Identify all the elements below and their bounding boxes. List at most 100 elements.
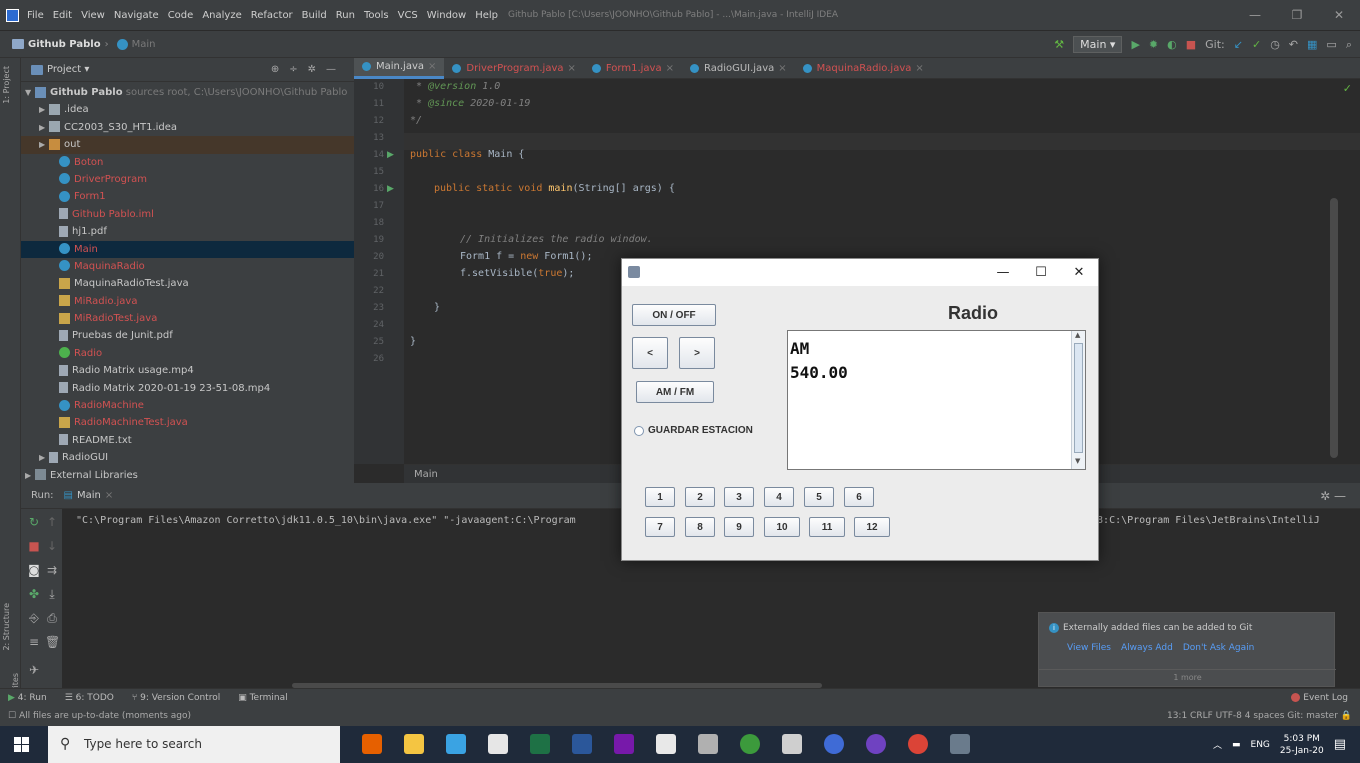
tree-item-iml[interactable]: Github Pablo.iml — [21, 206, 354, 223]
radio-minimize-button[interactable]: — — [984, 259, 1022, 286]
clear-all-icon[interactable]: 🗑 — [45, 635, 60, 649]
dont-ask-again-link[interactable]: Don't Ask Again — [1183, 643, 1255, 653]
tree-item-radiomachinetest[interactable]: RadioMachineTest.java — [21, 414, 354, 431]
menu-vcs[interactable]: VCS — [398, 10, 418, 21]
code-line-16[interactable]: public static void main(String[] args) { — [434, 183, 675, 194]
preset-button-10[interactable]: 10 — [764, 517, 800, 537]
run-tab-main[interactable]: Main — [77, 490, 101, 501]
menu-code[interactable]: Code — [168, 10, 194, 21]
collapse-arrow-icon[interactable]: ▶ — [39, 119, 49, 136]
tree-item-pruebas[interactable]: Pruebas de Junit.pdf — [21, 327, 354, 344]
tab-driverprogram-java[interactable]: DriverProgram.java × — [444, 58, 584, 79]
menu-navigate[interactable]: Navigate — [114, 10, 159, 21]
restore-layout-icon[interactable]: ✤ — [27, 587, 41, 601]
tree-item-driverprogram[interactable]: DriverProgram — [21, 171, 354, 188]
tab-radiogui-java[interactable]: RadioGUI.java × — [682, 58, 795, 79]
excel-icon[interactable] — [530, 734, 550, 754]
expand-arrow-icon[interactable]: ▼ — [25, 84, 35, 101]
chrome-icon[interactable] — [908, 734, 928, 754]
stop-icon[interactable]: ■ — [1186, 38, 1196, 51]
tree-item-idea[interactable]: ▶ .idea — [21, 101, 354, 118]
view-files-link[interactable]: View Files — [1067, 643, 1111, 653]
scrollbar-thumb[interactable] — [1074, 343, 1083, 453]
preset-button-8[interactable]: 8 — [685, 517, 715, 537]
editor-scrollbar[interactable] — [1330, 198, 1338, 458]
tree-root[interactable]: ▼ Github Pablo sources root, C:\Users\JOO… — [21, 84, 354, 101]
next-station-button[interactable]: > — [679, 337, 715, 369]
collapse-arrow-icon[interactable]: ▶ — [39, 101, 49, 118]
preset-button-5[interactable]: 5 — [804, 487, 834, 507]
event-log-button[interactable]: Event Log — [1291, 693, 1348, 703]
panel-options-icons[interactable]: ⊕÷✲— — [271, 64, 346, 75]
people-icon[interactable] — [446, 734, 466, 754]
close-tab-icon[interactable]: × — [778, 63, 786, 74]
on-off-button[interactable]: ON / OFF — [632, 304, 716, 326]
steam-icon[interactable] — [824, 734, 844, 754]
status-indicators[interactable]: 13:1 CRLF UTF-8 4 spaces Git: master 🔒 — [1167, 711, 1352, 721]
preset-button-2[interactable]: 2 — [685, 487, 715, 507]
code-line-20[interactable]: Form1 f = new Form1(); — [460, 251, 592, 262]
menu-help[interactable]: Help — [475, 10, 498, 21]
preset-button-3[interactable]: 3 — [724, 487, 754, 507]
menu-refactor[interactable]: Refactor — [251, 10, 293, 21]
always-add-link[interactable]: Always Add — [1121, 643, 1173, 653]
word-icon[interactable] — [572, 734, 592, 754]
code-line-23[interactable]: } — [434, 302, 440, 313]
intellij-app-icon[interactable] — [6, 8, 19, 22]
stop-run-icon[interactable]: ■ — [27, 539, 41, 553]
radio-maximize-button[interactable]: ☐ — [1022, 259, 1060, 286]
app-icon[interactable] — [698, 734, 718, 754]
tree-item-boton[interactable]: Boton — [21, 154, 354, 171]
presentation-icon[interactable]: ▭ — [1326, 38, 1336, 51]
tree-item-form1[interactable]: Form1 — [21, 188, 354, 205]
run-settings-icon[interactable]: ✲ — — [1320, 489, 1346, 503]
radio-close-button[interactable]: ✕ — [1060, 259, 1098, 286]
git-commit-icon[interactable]: ✓ — [1252, 38, 1261, 51]
project-tool-tab[interactable]: 1: Project — [2, 66, 11, 104]
exit-icon[interactable]: ⎆ — [27, 611, 41, 625]
code-line-19[interactable]: // Initializes the radio window. — [460, 234, 653, 245]
structure-tool-tab[interactable]: 2: Structure — [2, 603, 11, 651]
code-line-14[interactable]: public class Main { — [410, 149, 524, 160]
menu-analyze[interactable]: Analyze — [202, 10, 241, 21]
code-line-21[interactable]: f.setVisible(true); — [460, 268, 574, 279]
minimize-button[interactable]: — — [1234, 0, 1276, 31]
calculator-icon[interactable] — [488, 734, 508, 754]
preset-button-1[interactable]: 1 — [645, 487, 675, 507]
project-structure-icon[interactable]: ▦ — [1307, 38, 1317, 51]
history-icon[interactable]: ◷ — [1270, 38, 1280, 51]
windows-start-icon[interactable] — [14, 737, 29, 752]
tool-tab-terminal[interactable]: ▣ Terminal — [238, 693, 287, 703]
firefox-icon[interactable] — [362, 734, 382, 754]
pin-icon[interactable]: ✈ — [27, 663, 41, 677]
print-icon[interactable]: ⎙ — [45, 611, 59, 625]
tree-item-external-libraries[interactable]: ▶ External Libraries — [21, 467, 354, 484]
menu-edit[interactable]: Edit — [53, 10, 72, 21]
notifications-icon[interactable]: ▤ — [1334, 737, 1346, 752]
save-station-option[interactable]: GUARDAR ESTACION — [634, 425, 753, 436]
preset-button-12[interactable]: 12 — [854, 517, 890, 537]
code-line-10[interactable]: * @version 1.0 — [410, 81, 500, 92]
close-tab-icon[interactable]: × — [428, 61, 436, 72]
menu-file[interactable]: File — [27, 10, 44, 21]
java-app-icon[interactable] — [950, 734, 970, 754]
onenote-icon[interactable] — [614, 734, 634, 754]
tray-chevron-icon[interactable]: ︿ — [1213, 738, 1222, 751]
close-tab-icon[interactable]: × — [666, 63, 674, 74]
library-icon[interactable] — [656, 734, 676, 754]
collapse-arrow-icon[interactable]: ▶ — [39, 449, 49, 466]
collapse-arrow-icon[interactable]: ▶ — [25, 467, 35, 484]
tree-item-radio-usage[interactable]: Radio Matrix usage.mp4 — [21, 362, 354, 379]
preset-button-4[interactable]: 4 — [764, 487, 794, 507]
preset-button-11[interactable]: 11 — [809, 517, 845, 537]
tree-item-radio[interactable]: Radio — [21, 345, 354, 362]
am-fm-button[interactable]: AM / FM — [636, 381, 714, 403]
debug-icon[interactable]: ✹ — [1149, 38, 1158, 51]
search-everywhere-icon[interactable]: ⌕ — [1346, 38, 1352, 52]
close-tab-icon[interactable]: × — [568, 63, 576, 74]
close-button[interactable]: ✕ — [1318, 0, 1360, 31]
file-explorer-icon[interactable] — [404, 734, 424, 754]
menu-build[interactable]: Build — [302, 10, 327, 21]
tree-item-hj1[interactable]: hj1.pdf — [21, 223, 354, 240]
run-icon[interactable]: ▶ — [1131, 38, 1139, 51]
